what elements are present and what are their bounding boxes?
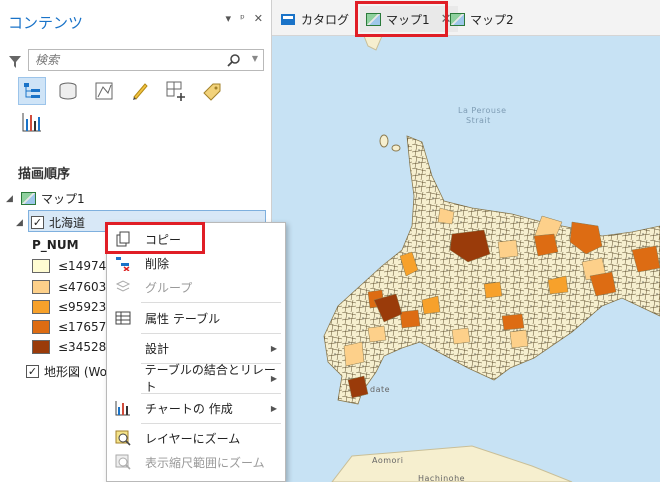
list-by-source-icon[interactable]: [54, 77, 82, 105]
catalog-icon: [281, 14, 295, 25]
menu-item-copy[interactable]: コピー: [107, 227, 285, 251]
remove-icon: [113, 253, 133, 273]
legend-field-name: P_NUM: [32, 238, 79, 252]
tab-map1[interactable]: マップ1 ✕: [360, 6, 458, 32]
map-item-label: マップ1: [41, 192, 85, 206]
menu-separator: [141, 333, 281, 334]
group-icon: [113, 277, 133, 297]
map-label-hakodate: date: [370, 385, 391, 394]
collapse-icon[interactable]: ◢: [16, 218, 26, 228]
pin-icon[interactable]: ᵖ: [240, 12, 245, 25]
search-icon[interactable]: [227, 53, 241, 67]
tab-label: マップ1: [386, 12, 430, 27]
hokkaido-choropleth-map[interactable]: [272, 36, 660, 482]
submenu-arrow-icon: ▶: [270, 343, 277, 353]
tab-map2[interactable]: マップ2: [444, 6, 520, 32]
zoom-to-scale-icon: [113, 452, 133, 472]
tree-item-map1[interactable]: ◢ マップ1: [6, 190, 85, 207]
menu-item-label: テーブルの結合とリレート: [144, 363, 276, 394]
map-label-strait: Strait: [466, 116, 491, 125]
list-by-labeling-icon[interactable]: [198, 77, 226, 105]
legend-label: ≤47603: [58, 280, 107, 294]
map-view[interactable]: La Perouse Strait date Aomori Hachinohe: [272, 36, 660, 482]
legend-class[interactable]: ≤345288: [32, 340, 114, 354]
list-by-snapping-icon[interactable]: [162, 77, 190, 105]
menu-item-create-chart[interactable]: チャートの 作成 ▶: [107, 396, 285, 420]
pane-menu-icon[interactable]: ▾: [226, 12, 232, 25]
menu-item-label: グループ: [145, 280, 193, 295]
legend-label: ≤95923: [58, 300, 107, 314]
submenu-arrow-icon: ▶: [270, 373, 277, 383]
list-by-charts-icon[interactable]: [18, 108, 46, 136]
menu-item-label: チャートの 作成: [145, 401, 233, 416]
map-icon: [366, 12, 381, 26]
map-icon: [450, 12, 465, 26]
tab-label: マップ2: [470, 12, 514, 27]
menu-item-label: 属性 テーブル: [145, 311, 221, 326]
menu-separator: [141, 302, 281, 303]
menu-item-label: 削除: [145, 256, 170, 271]
submenu-arrow-icon: ▶: [270, 403, 277, 413]
menu-item-design[interactable]: 設計 ▶: [107, 336, 285, 360]
attribute-table-icon: [113, 308, 133, 328]
menu-item-label: 表示縮尺範囲にズーム: [145, 455, 265, 470]
basemap-visibility-checkbox[interactable]: ✓: [26, 365, 39, 378]
view-tab-bar: カタログ マップ1 ✕ マップ2: [272, 0, 660, 36]
list-by-drawing-order-icon[interactable]: [18, 77, 46, 105]
map-label-aomori: Aomori: [372, 456, 404, 465]
list-by-selection-icon[interactable]: [90, 77, 118, 105]
menu-item-group[interactable]: グループ: [107, 275, 285, 299]
map-label-hachinohe: Hachinohe: [418, 474, 466, 482]
map-label-la-perouse: La Perouse: [458, 106, 507, 115]
basemap-item-label: 地形図 (Wo: [44, 365, 108, 379]
contents-pane-title: コンテンツ: [8, 14, 84, 32]
drawing-order-heading: 描画順序: [18, 167, 71, 182]
chart-icon: [113, 398, 133, 418]
tree-item-layer[interactable]: ◢ ✓ 北海道: [16, 214, 85, 231]
legend-swatch: [32, 259, 50, 273]
layer-visibility-checkbox[interactable]: ✓: [31, 216, 44, 229]
menu-item-label: 設計: [145, 341, 170, 356]
map-icon: [21, 192, 36, 205]
menu-item-remove[interactable]: 削除: [107, 251, 285, 275]
menu-item-label: レイヤーにズーム: [145, 431, 241, 446]
tab-catalog[interactable]: カタログ: [274, 6, 355, 32]
pane-controls: ▾ ᵖ ✕: [226, 12, 263, 25]
legend-swatch: [32, 280, 50, 294]
legend-swatch: [32, 320, 50, 334]
copy-icon: [113, 229, 133, 249]
search-input[interactable]: [29, 50, 209, 70]
menu-item-label: コピー: [145, 232, 182, 247]
legend-class[interactable]: ≤176576: [32, 320, 114, 334]
legend-class[interactable]: ≤95923: [32, 300, 106, 314]
zoom-to-layer-icon: [113, 428, 133, 448]
search-dropdown-icon[interactable]: ▼: [252, 54, 258, 63]
menu-separator: [141, 423, 281, 424]
filter-icon[interactable]: [8, 55, 22, 69]
tree-item-basemap[interactable]: ✓ 地形図 (Wo: [26, 363, 107, 380]
menu-separator: [141, 393, 281, 394]
legend-class[interactable]: ≤14974: [32, 259, 106, 273]
tab-label: カタログ: [301, 12, 350, 27]
menu-item-joins-relates[interactable]: テーブルの結合とリレート ▶: [107, 363, 285, 394]
layer-context-menu: コピー 削除 グループ 属性 テーブル 設計 ▶ テーブルの結合とリレート ▶ …: [106, 222, 286, 482]
layer-item-label: 北海道: [49, 216, 86, 230]
legend-label: ≤14974: [58, 259, 107, 273]
legend-swatch: [32, 340, 50, 354]
collapse-icon[interactable]: ◢: [6, 194, 16, 204]
menu-item-zoom-to-layer[interactable]: レイヤーにズーム: [107, 426, 285, 450]
search-box[interactable]: ▼: [28, 49, 264, 71]
menu-item-attribute-table[interactable]: 属性 テーブル: [107, 306, 285, 330]
list-by-editing-icon[interactable]: [126, 77, 154, 105]
legend-class[interactable]: ≤47603: [32, 280, 106, 294]
menu-item-zoom-to-scale[interactable]: 表示縮尺範囲にズーム: [107, 450, 285, 474]
legend-swatch: [32, 300, 50, 314]
close-icon[interactable]: ✕: [254, 12, 263, 25]
